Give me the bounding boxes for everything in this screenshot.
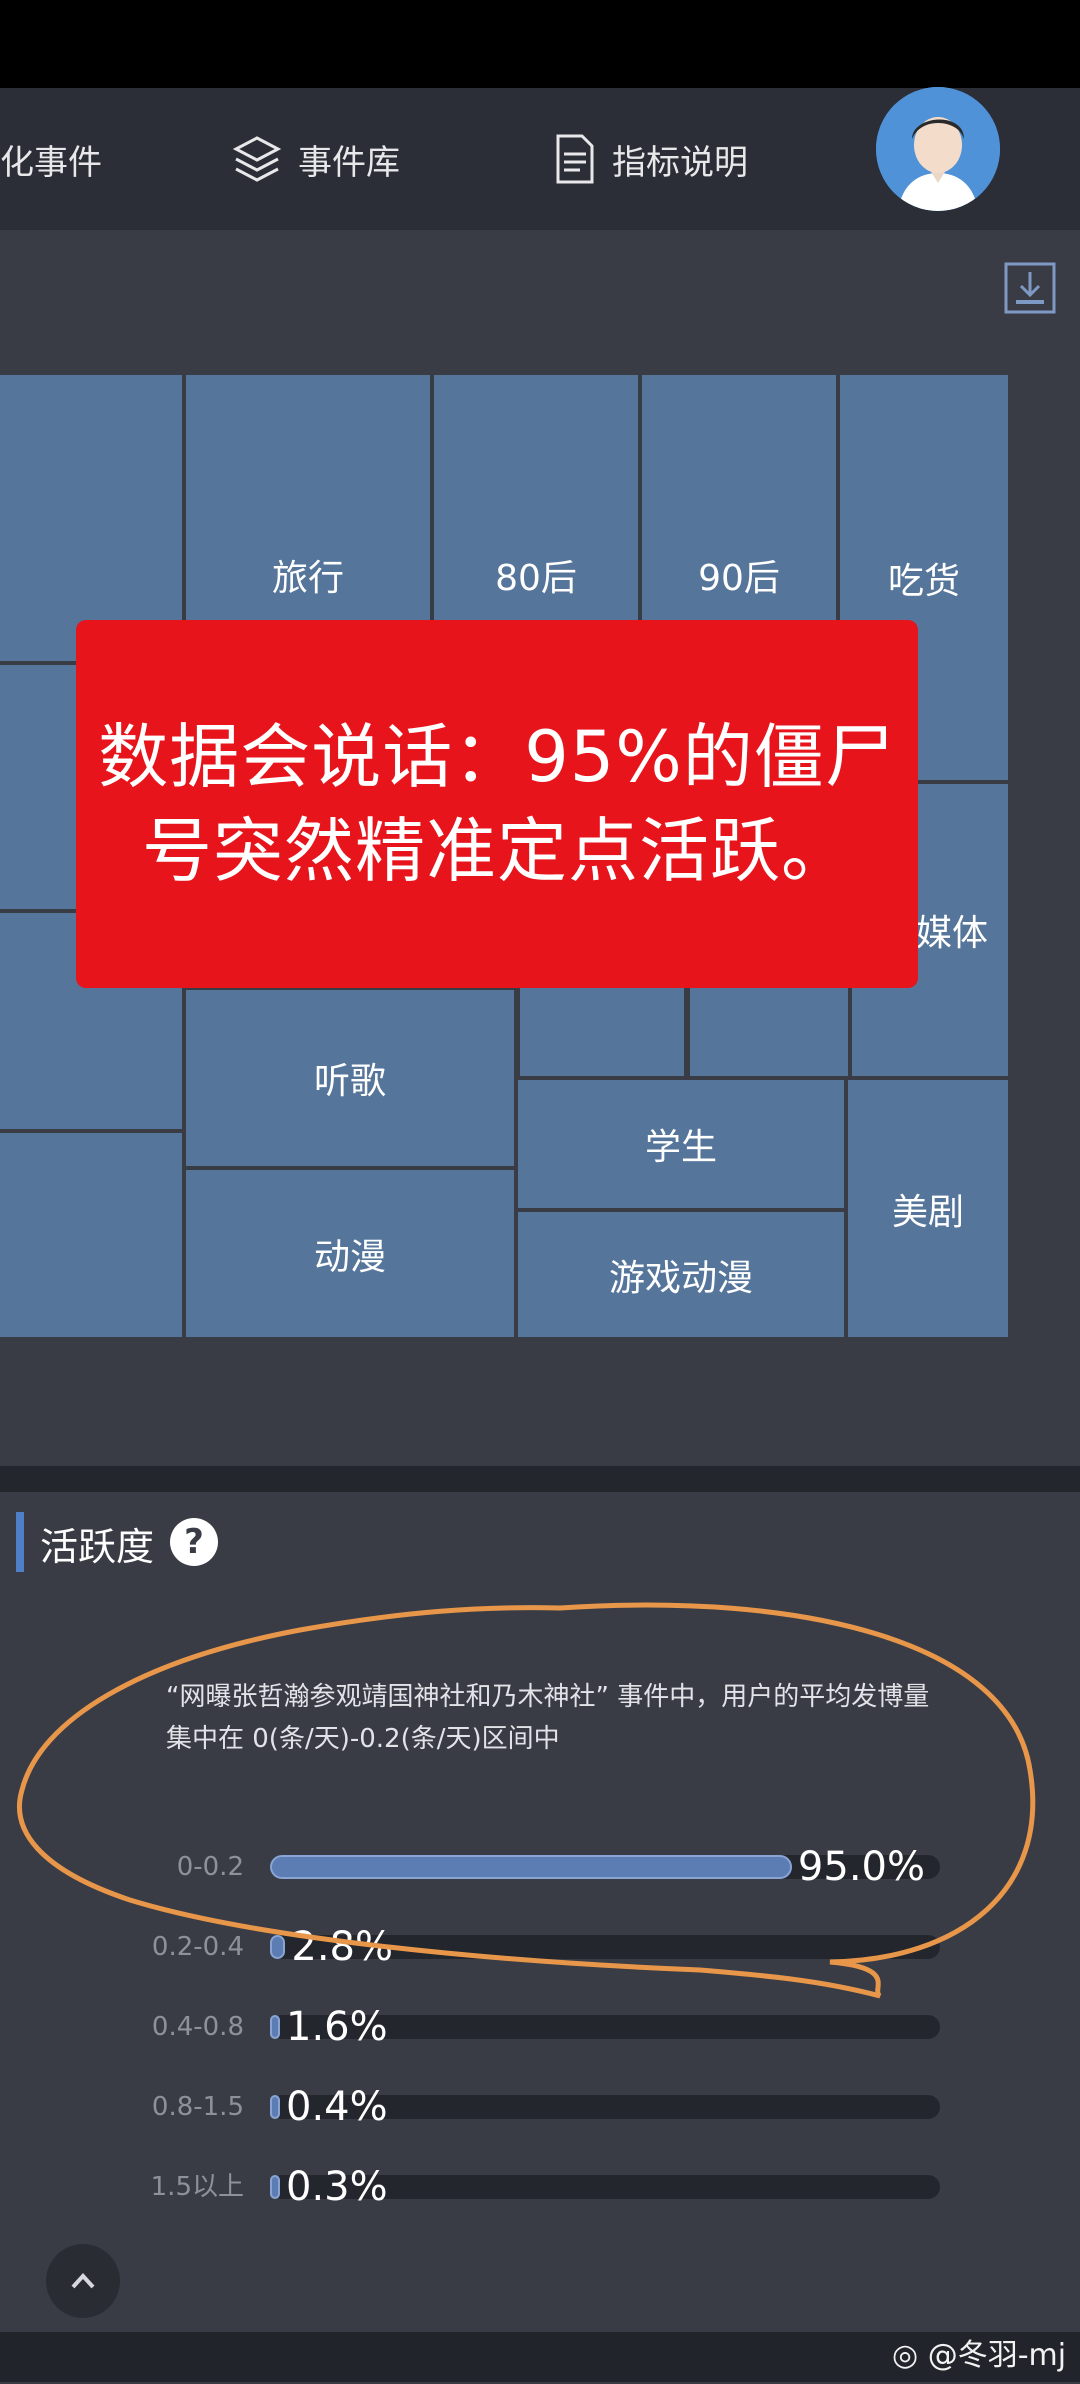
distribution-row: 0.8-1.5 0.4% (0, 2082, 1080, 2132)
tile-label: 学生 (644, 1127, 717, 1168)
distribution-row: 0-0.2 95.0% (0, 1842, 1080, 1892)
percent-label: 95.0% (797, 1844, 925, 1890)
tile-label: 旅行 (271, 558, 344, 599)
tile-label: 80后 (495, 558, 577, 599)
treemap-tile-game-anime[interactable]: 游戏动漫 (518, 1212, 844, 1337)
range-label: 0-0.2 (176, 1852, 244, 1882)
progress-fill (270, 1855, 792, 1879)
treemap-tile[interactable] (0, 375, 182, 661)
nav-item-label: 化事件 (0, 142, 102, 183)
help-icon[interactable]: ? (170, 1518, 218, 1566)
tile-label: 动漫 (313, 1236, 386, 1278)
nav-item-label: 指标说明 (612, 142, 748, 183)
nav-item-event-library[interactable]: 事件库 (230, 88, 400, 230)
range-label: 0.8-1.5 (151, 2092, 244, 2122)
treemap-tile-music[interactable]: 听歌 (186, 990, 514, 1166)
user-avatar[interactable] (876, 87, 1000, 211)
distribution-row: 1.5以上 0.3% (0, 2162, 1080, 2212)
avatar-icon (876, 87, 1000, 211)
tile-label: 媒体 (915, 913, 988, 954)
nav-item-label: 事件库 (298, 142, 400, 183)
section-divider (0, 1466, 1080, 1492)
range-label: 0.2-0.4 (151, 1932, 244, 1962)
weibo-icon: ◎ (892, 2338, 919, 2373)
treemap-tile-us-drama[interactable]: 美剧 (848, 1080, 1008, 1337)
treemap-tile[interactable] (0, 1133, 182, 1337)
progress-fill (270, 2175, 280, 2199)
treemap-tile-anime[interactable]: 动漫 (186, 1170, 514, 1337)
treemap-tile-student[interactable]: 学生 (518, 1080, 844, 1208)
distribution-row: 0.2-0.4 2.8% (0, 1922, 1080, 1972)
progress-fill (270, 2015, 280, 2039)
range-label: 1.5以上 (150, 2172, 244, 2202)
activity-description: “网曝张哲瀚参观靖国神社和乃木神社” 事件中，用户的平均发博量集中在 0(条/天… (166, 1682, 930, 1754)
nav-item-events[interactable]: 化事件 (0, 88, 102, 230)
watermark: ◎ @冬羽-mj (892, 2328, 1066, 2384)
scroll-to-top-button[interactable] (46, 2244, 120, 2318)
percent-label: 1.6% (286, 2004, 388, 2050)
percent-label: 0.4% (286, 2084, 388, 2130)
percent-label: 2.8% (291, 1924, 393, 1970)
tile-label: 听歌 (313, 1061, 386, 1102)
tile-label: 游戏动漫 (608, 1257, 753, 1299)
status-bar (0, 0, 1080, 88)
section-accent-bar (16, 1512, 24, 1572)
progress-fill (270, 1935, 286, 1959)
distribution-row: 0.4-0.8 1.6% (0, 2002, 1080, 2052)
help-symbol: ? (184, 1522, 204, 1562)
document-icon (556, 134, 594, 184)
nav-item-metric-guide[interactable]: 指标说明 (552, 88, 748, 230)
download-icon[interactable] (1004, 262, 1056, 314)
layers-icon (232, 136, 282, 182)
progress-fill (270, 2095, 280, 2119)
watermark-text: @冬羽-mj (927, 2338, 1067, 2373)
caption-overlay-banner: 数据会说话：95%的僵尸号突然精准定点活跃。 (76, 620, 918, 988)
tile-label: 吃货 (887, 560, 960, 602)
range-label: 0.4-0.8 (151, 2012, 244, 2042)
tile-label: 90后 (698, 558, 780, 599)
percent-label: 0.3% (286, 2164, 388, 2210)
caption-text: 数据会说话：95%的僵尸号突然精准定点活跃。 (98, 716, 896, 892)
section-title: 活跃度 (40, 1525, 155, 1569)
tile-label: 美剧 (891, 1191, 964, 1233)
chevron-up-icon (71, 2273, 95, 2289)
